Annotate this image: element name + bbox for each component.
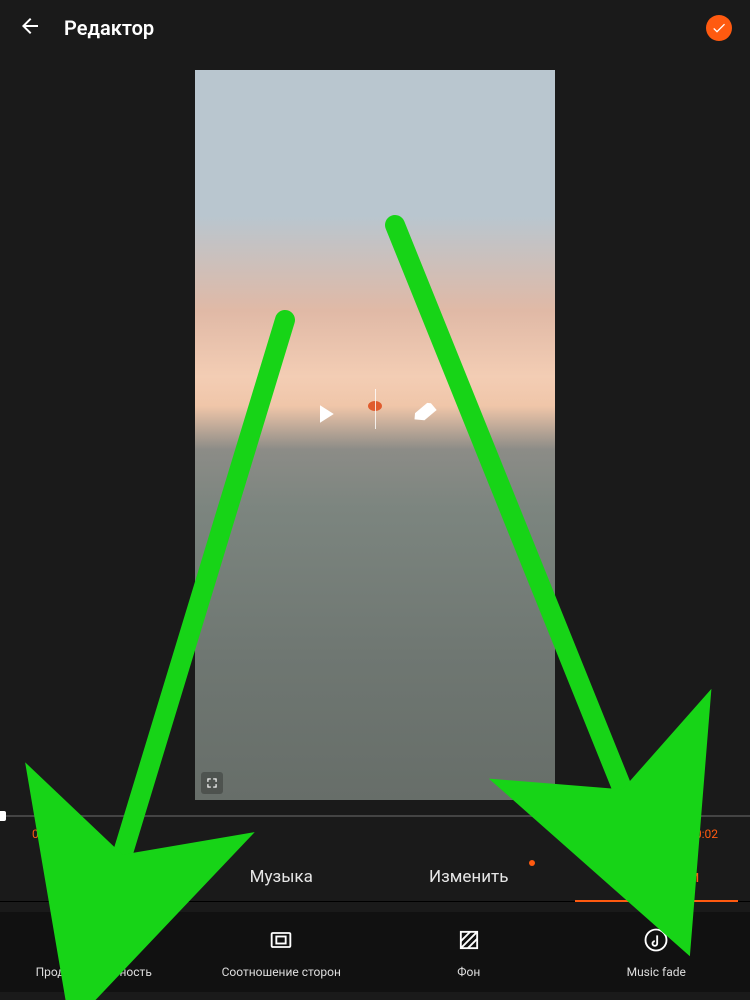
timeline[interactable]: 00:00 00:02	[0, 815, 750, 855]
timeline-handle[interactable]	[0, 811, 6, 821]
tab-label: Изменить	[429, 867, 508, 887]
clock-icon	[79, 925, 109, 955]
tab-label: Музыка	[250, 867, 313, 887]
arrow-left-icon	[18, 14, 42, 38]
option-label: Продолжительность	[36, 965, 152, 979]
header: Редактор	[0, 0, 750, 56]
check-icon	[711, 20, 727, 36]
timeline-start: 00:00	[32, 827, 62, 841]
page-title: Редактор	[64, 16, 154, 40]
eraser-icon	[410, 399, 440, 429]
tab-edit[interactable]: Изменить	[375, 852, 563, 901]
tab-label: Настройки	[613, 867, 700, 887]
music-fade-icon	[641, 925, 671, 955]
settings-options: Продолжительность Соотношение сторон Фон…	[0, 912, 750, 992]
aspect-ratio-icon	[266, 925, 296, 955]
timeline-end: 00:02	[688, 827, 718, 841]
tab-music[interactable]: Музыка	[188, 852, 376, 901]
option-label: Music fade	[627, 965, 686, 979]
expand-button[interactable]	[201, 772, 223, 794]
option-aspect-ratio[interactable]: Соотношение сторон	[188, 912, 376, 992]
tab-theme[interactable]: Тема	[0, 852, 188, 901]
preview-controls	[195, 399, 555, 433]
done-button[interactable]	[706, 15, 732, 41]
option-label: Соотношение сторон	[222, 965, 341, 979]
expand-icon	[205, 776, 219, 790]
option-music-fade[interactable]: Music fade	[563, 912, 750, 992]
option-label: Фон	[457, 965, 480, 979]
play-icon	[310, 399, 340, 429]
tab-label: Тема	[74, 867, 114, 887]
tab-bar: Тема Музыка Изменить Настройки	[0, 852, 750, 902]
option-background[interactable]: Фон	[375, 912, 563, 992]
tab-settings[interactable]: Настройки	[563, 852, 750, 901]
erase-button[interactable]	[410, 399, 440, 433]
timeline-track	[0, 815, 750, 817]
video-preview[interactable]	[195, 70, 555, 800]
back-button[interactable]	[18, 14, 42, 42]
preview-area	[0, 70, 750, 810]
control-divider	[375, 389, 376, 429]
notification-dot-icon	[529, 860, 535, 866]
hatch-icon	[454, 925, 484, 955]
play-button[interactable]	[310, 399, 340, 433]
option-duration[interactable]: Продолжительность	[0, 912, 188, 992]
